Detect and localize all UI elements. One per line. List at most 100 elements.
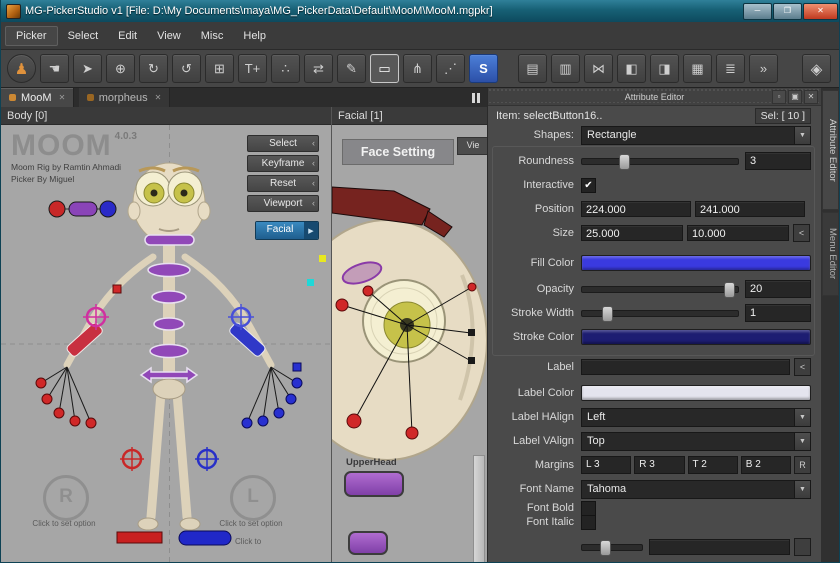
mirror-tool-icon[interactable]: ⇄ (304, 54, 333, 83)
duplicate-panel-icon[interactable]: ▥ (551, 54, 580, 83)
body-picker-canvas[interactable]: MOOM4.0.3 Moom Rig by Ramtin Ahmadi Pick… (1, 125, 331, 563)
roundness-value[interactable]: 3 (745, 152, 811, 170)
close-button[interactable]: ✕ (803, 3, 838, 20)
ground-picker-bars[interactable] (117, 531, 231, 545)
topleft-picker-group[interactable] (49, 201, 116, 217)
right-option-circle[interactable]: R (43, 475, 89, 521)
slider-handle[interactable] (602, 306, 613, 322)
select-button[interactable]: Select‹ (247, 135, 319, 152)
font-name-dropdown[interactable]: Tahoma ▼ (581, 480, 811, 499)
roundness-slider[interactable] (581, 158, 739, 165)
mirror-panels-icon[interactable]: ⋈ (584, 54, 613, 83)
size-height-field[interactable]: 10.000 (687, 225, 789, 241)
margin-left-field[interactable]: L 3 (581, 456, 631, 474)
title-bar[interactable]: MG-PickerStudio v1 [File: D:\My Document… (1, 0, 840, 23)
tab-morpheus[interactable]: morpheus ✕ (79, 88, 171, 107)
menu-select[interactable]: Select (58, 27, 109, 45)
menu-picker[interactable]: Picker (5, 26, 58, 46)
slider-handle[interactable] (724, 282, 735, 298)
overflow-chevrons-icon[interactable]: » (749, 54, 778, 83)
font-italic-checkbox[interactable] (581, 515, 596, 530)
reset-button[interactable]: Reset‹ (247, 175, 319, 192)
font-bold-checkbox[interactable] (581, 501, 596, 516)
facial-picker-canvas[interactable]: Face Setting Vie UpperHead (332, 125, 487, 563)
position-x-field[interactable]: 224.000 (581, 201, 691, 217)
tab-attribute-editor[interactable]: Attribute Editor (822, 90, 839, 210)
add-rotation-icon[interactable]: ⊕ (106, 54, 135, 83)
left-finger-picker-dots[interactable] (36, 285, 121, 428)
scatter-picker-squares[interactable] (307, 255, 326, 286)
rotate-ccw-icon[interactable]: ↺ (172, 54, 201, 83)
script-button-icon[interactable]: S (469, 54, 498, 83)
dock-left-icon[interactable]: ◧ (617, 54, 646, 83)
fill-color-swatch[interactable] (581, 255, 811, 271)
keyframe-button[interactable]: Keyframe‹ (247, 155, 319, 172)
margin-top-field[interactable]: T 2 (688, 456, 738, 474)
lower-picker-button[interactable] (348, 531, 388, 555)
menu-view[interactable]: View (147, 27, 191, 45)
dock-right-icon[interactable]: ◨ (650, 54, 679, 83)
hand-tool-icon[interactable]: ☚ (40, 54, 69, 83)
face-picker-figure[interactable] (332, 125, 487, 563)
valign-dropdown[interactable]: Top ▼ (581, 432, 811, 451)
line-tool-icon[interactable]: ⋰ (436, 54, 465, 83)
tab-menu-editor[interactable]: Menu Editor (822, 212, 839, 296)
view-button[interactable]: Vie (457, 137, 487, 155)
viewport-cube-icon[interactable]: ◈ (802, 54, 831, 83)
clipped-row-field[interactable] (649, 539, 790, 555)
label-text-field[interactable] (581, 359, 790, 375)
stroke-color-swatch[interactable] (581, 329, 811, 345)
pause-refresh-icon[interactable] (468, 91, 483, 104)
upperhead-picker-button[interactable] (344, 471, 404, 497)
sliders-icon[interactable]: ≣ (716, 54, 745, 83)
opacity-slider[interactable] (581, 286, 739, 293)
panel-float-icon[interactable]: ▫ (772, 90, 786, 104)
rectangle-tool-icon[interactable]: ▭ (370, 54, 399, 83)
rotate-cw-icon[interactable]: ↻ (139, 54, 168, 83)
menu-misc[interactable]: Misc (191, 27, 234, 45)
stroke-width-slider[interactable] (581, 310, 739, 317)
slider-handle[interactable] (619, 154, 630, 170)
margin-bottom-field[interactable]: B 2 (741, 456, 791, 474)
viewport-button[interactable]: Viewport‹ (247, 195, 319, 212)
facial-panel-title: Facial [1] (332, 107, 487, 125)
facial-scrollbar[interactable] (473, 455, 485, 563)
facial-nav-button[interactable]: Facial ▶ (255, 221, 319, 240)
attribute-editor-titlebar[interactable]: Attribute Editor ▫ ▣ ✕ (488, 88, 821, 106)
left-option-hint: Click to set option (206, 519, 296, 528)
add-frame-icon[interactable]: ⊞ (205, 54, 234, 83)
label-color-swatch[interactable] (581, 385, 811, 401)
minimize-button[interactable]: ─ (743, 3, 772, 20)
tab-close-icon[interactable]: ✕ (155, 93, 162, 102)
interactive-checkbox[interactable]: ✔ (581, 178, 596, 193)
slider-handle[interactable] (600, 540, 611, 556)
stroke-width-value[interactable]: 1 (745, 304, 811, 322)
left-option-circle[interactable]: L (230, 475, 276, 521)
margin-right-field[interactable]: R 3 (634, 456, 684, 474)
size-width-field[interactable]: 25.000 (581, 225, 683, 241)
panel-close-icon[interactable]: ✕ (804, 90, 818, 104)
maximize-button[interactable]: ❐ (773, 3, 802, 20)
node-tool-icon[interactable]: ⋔ (403, 54, 432, 83)
select-arrow-icon[interactable]: ➤ (73, 54, 102, 83)
clipped-row-button[interactable] (794, 538, 811, 556)
tab-moom[interactable]: MooM ✕ (1, 88, 74, 107)
label-expand-button[interactable]: < (794, 358, 811, 376)
add-points-icon[interactable]: ∴ (271, 54, 300, 83)
opacity-value[interactable]: 20 (745, 280, 811, 298)
menu-edit[interactable]: Edit (108, 27, 147, 45)
panel-dock-icon[interactable]: ▣ (788, 90, 802, 104)
size-expand-button[interactable]: < (793, 224, 810, 242)
menu-help[interactable]: Help (233, 27, 276, 45)
text-tool-icon[interactable]: T+ (238, 54, 267, 83)
clipped-row-slider[interactable] (581, 544, 643, 551)
print-icon[interactable]: ▦ (683, 54, 712, 83)
halign-dropdown[interactable]: Left ▼ (581, 408, 811, 427)
copy-panel-icon[interactable]: ▤ (518, 54, 547, 83)
tab-close-icon[interactable]: ✕ (59, 93, 66, 102)
margins-reset-button[interactable]: R (794, 456, 811, 474)
shapes-dropdown[interactable]: Rectangle ▼ (581, 126, 811, 145)
eyedropper-icon[interactable]: ✎ (337, 54, 366, 83)
character-picker-icon[interactable]: ♟ (7, 54, 36, 83)
position-y-field[interactable]: 241.000 (695, 201, 805, 217)
